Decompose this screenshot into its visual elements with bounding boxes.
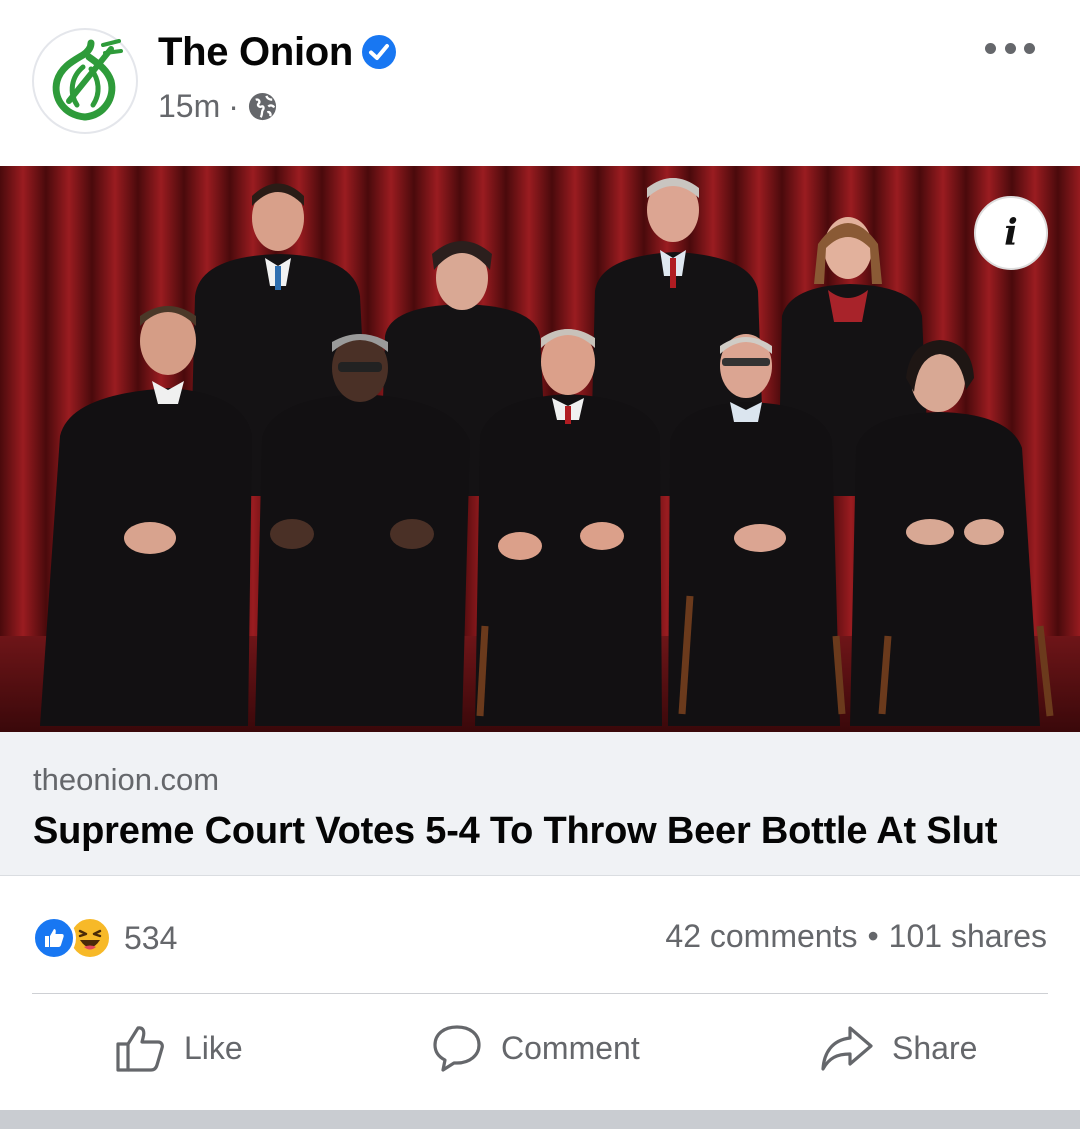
like-reaction-icon — [32, 916, 76, 960]
comments-count[interactable]: 42 comments — [665, 918, 857, 954]
meta-separator: · — [228, 88, 239, 124]
more-dot — [1004, 42, 1016, 54]
post-meta: 15m · — [158, 88, 278, 125]
like-label: Like — [184, 1029, 243, 1066]
comment-button[interactable]: Comment — [431, 1022, 640, 1074]
justices-photo — [0, 166, 1080, 732]
post-actions: Like Comment Share — [0, 994, 1080, 1110]
feed-separator — [0, 1110, 1080, 1129]
onion-logo-icon — [52, 39, 123, 121]
link-preview-image[interactable] — [0, 166, 1080, 732]
page-avatar[interactable] — [32, 28, 138, 134]
counts-separator: • — [867, 918, 879, 954]
post-time[interactable]: 15m — [158, 88, 220, 125]
more-options-button[interactable] — [985, 36, 1035, 60]
engagement-counts: 42 comments • 101 shares — [665, 918, 1047, 955]
page-name[interactable]: The Onion — [158, 30, 353, 75]
info-button[interactable]: i — [974, 196, 1048, 270]
share-label: Share — [892, 1029, 978, 1066]
comment-bubble-icon — [433, 1025, 481, 1072]
thumbs-up-icon — [116, 1026, 164, 1072]
reaction-count: 534 — [124, 919, 178, 956]
link-preview-box[interactable]: theonion.com Supreme Court Votes 5-4 To … — [0, 732, 1080, 876]
comment-label: Comment — [501, 1029, 640, 1066]
more-dot — [985, 42, 996, 54]
more-dot — [1024, 42, 1035, 54]
share-arrow-icon — [821, 1026, 873, 1071]
globe-icon — [248, 92, 276, 121]
post-stats: 534 42 comments • 101 shares — [0, 876, 1080, 994]
like-button[interactable]: Like — [114, 1022, 243, 1074]
link-domain: theonion.com — [33, 762, 220, 797]
post-header: The Onion 15m · — [0, 0, 1080, 166]
share-button[interactable]: Share — [820, 1022, 977, 1074]
verified-badge-icon — [362, 35, 396, 69]
shares-count[interactable]: 101 shares — [889, 918, 1047, 954]
reactions-summary[interactable]: 534 — [32, 916, 177, 960]
link-title[interactable]: Supreme Court Votes 5-4 To Throw Beer Bo… — [33, 810, 998, 853]
